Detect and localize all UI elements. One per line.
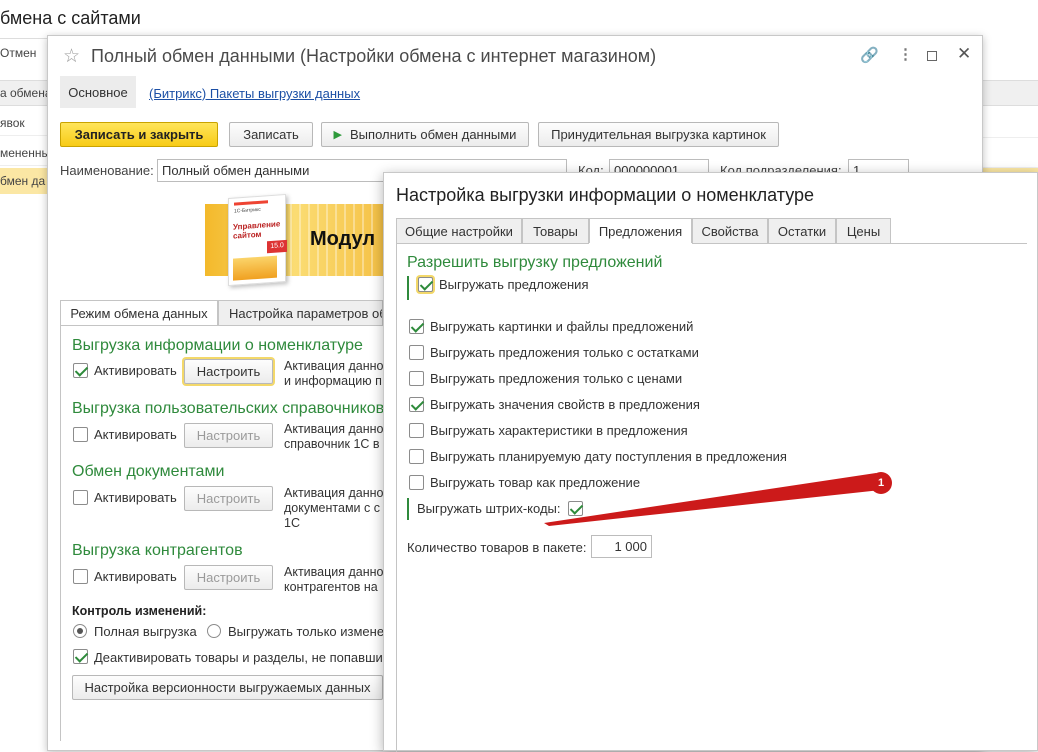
- full-export-label: Полная выгрузка: [94, 624, 197, 639]
- nav-packages-link[interactable]: (Битрикс) Пакеты выгрузки данных: [149, 86, 360, 101]
- change-control-label: Контроль изменений:: [72, 604, 207, 618]
- play-icon: ▶: [333, 129, 343, 141]
- changed-only-label: Выгружать только измене: [228, 624, 383, 639]
- box-graphic: [233, 255, 277, 281]
- maximize-icon[interactable]: [927, 51, 937, 61]
- activate-contractors-checkbox[interactable]: [73, 569, 88, 584]
- box-version: 15.0: [267, 239, 287, 254]
- box-stripe: [234, 200, 268, 206]
- activate-label: Активировать: [94, 569, 177, 584]
- description-line: и информацию п: [284, 374, 382, 388]
- tab-exchange-mode[interactable]: Режим обмена данных: [60, 300, 218, 326]
- save-button[interactable]: Записать: [229, 122, 313, 147]
- activate-catalogs-checkbox[interactable]: [73, 427, 88, 442]
- nomenclature-export-dialog: Настройка выгрузки информации о номенкла…: [383, 172, 1038, 752]
- section-title-documents: Обмен документами: [72, 463, 225, 480]
- section-description: Активация данно контрагентов на: [284, 565, 384, 595]
- activate-label: Активировать: [94, 427, 177, 442]
- run-exchange-button[interactable]: ▶ Выполнить обмен данными: [321, 122, 529, 147]
- close-icon[interactable]: ✕: [957, 44, 971, 64]
- link-icon[interactable]: 🔗: [860, 46, 879, 64]
- configure-documents-button[interactable]: Настроить: [184, 486, 273, 511]
- background-table-row: [983, 110, 1038, 138]
- activate-nomenclature-checkbox[interactable]: [73, 363, 88, 378]
- description-line: Активация данно: [284, 359, 384, 373]
- description-line: 1С: [284, 516, 300, 530]
- section-description: Активация данно документами с с 1С: [284, 486, 384, 531]
- deactivate-checkbox[interactable]: [73, 649, 88, 664]
- configure-contractors-button[interactable]: Настроить: [184, 565, 273, 590]
- activate-label: Активировать: [94, 490, 177, 505]
- product-box-image: 1С-Битрикс Управление сайтом 15.0: [228, 193, 287, 287]
- tab-panel-border: [60, 325, 61, 741]
- nav-main-tab[interactable]: Основное: [60, 76, 136, 108]
- arrow-shape: [544, 473, 890, 526]
- versioning-settings-button[interactable]: Настройка версионности выгружаемых данны…: [72, 675, 383, 700]
- box-brand: 1С-Битрикс: [234, 206, 261, 215]
- more-icon[interactable]: ⋮: [898, 45, 913, 63]
- section-title-user-catalogs: Выгрузка пользовательских справочников: [72, 400, 385, 417]
- background-window-title: бмена с сайтами: [0, 8, 141, 28]
- description-line: справочник 1С в: [284, 437, 380, 451]
- background-table-row: [983, 140, 1038, 168]
- deactivate-label: Деактивировать товары и разделы, не попа…: [94, 650, 384, 665]
- activate-label: Активировать: [94, 363, 177, 378]
- force-images-button[interactable]: Принудительная выгрузка картинок: [538, 122, 779, 147]
- annotation-arrow: [544, 473, 890, 526]
- description-line: Активация данно: [284, 565, 384, 579]
- box-title: Управление сайтом: [233, 219, 281, 241]
- changed-only-radio[interactable]: [207, 624, 221, 638]
- activate-documents-checkbox[interactable]: [73, 490, 88, 505]
- annotation-marker: 1: [870, 472, 892, 494]
- description-line: контрагентов на: [284, 580, 378, 594]
- section-title-nomenclature: Выгрузка информации о номенклатуре: [72, 337, 363, 354]
- full-export-radio[interactable]: [73, 624, 87, 638]
- window-title: Полный обмен данными (Настройки обмена с…: [91, 46, 657, 66]
- background-table-header: [983, 80, 1038, 106]
- configure-nomenclature-button[interactable]: Настроить: [184, 359, 273, 384]
- star-icon[interactable]: ☆: [63, 45, 80, 68]
- save-and-close-button[interactable]: Записать и закрыть: [60, 122, 218, 147]
- description-line: Активация данно: [284, 486, 384, 500]
- description-line: документами с с: [284, 501, 380, 515]
- banner-title: Модул: [310, 228, 376, 250]
- description-line: Активация данно: [284, 422, 384, 436]
- name-label: Наименование:: [60, 163, 154, 178]
- divider: [0, 38, 47, 39]
- tab-parameters[interactable]: Настройка параметров об: [218, 300, 383, 326]
- tab-divider: [60, 325, 382, 326]
- run-exchange-label: Выполнить обмен данными: [350, 127, 517, 142]
- configure-catalogs-button[interactable]: Настроить: [184, 423, 273, 448]
- section-description: Активация данно справочник 1С в: [284, 422, 384, 452]
- section-description: Активация данно и информацию п: [284, 359, 384, 389]
- section-title-contractors: Выгрузка контрагентов: [72, 542, 243, 559]
